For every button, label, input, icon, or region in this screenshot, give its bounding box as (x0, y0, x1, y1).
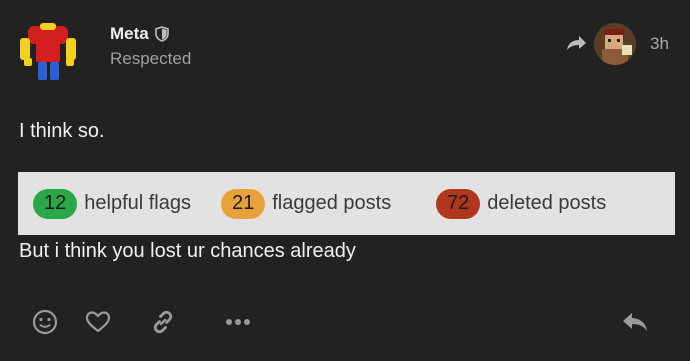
username[interactable]: Meta (110, 24, 149, 44)
user-stats-banner: 12 helpful flags 21 flagged posts 72 del… (18, 172, 675, 235)
like-button[interactable] (83, 307, 113, 337)
react-button[interactable] (30, 307, 60, 337)
stat-label: flagged posts (272, 192, 392, 214)
reply-button[interactable] (620, 307, 650, 337)
stat-label: helpful flags (84, 192, 191, 214)
reply-avatar-image (594, 23, 636, 65)
reply-icon (623, 313, 647, 331)
stat-label: deleted posts (487, 192, 607, 214)
user-avatar[interactable] (16, 22, 80, 86)
shield-icon (154, 26, 169, 42)
stat-flagged-posts: 21 flagged posts (221, 188, 436, 219)
reply-arrow-icon[interactable] (565, 34, 587, 54)
link-icon (153, 310, 173, 334)
heart-icon (85, 311, 111, 333)
reply-to-avatar[interactable] (594, 23, 636, 65)
smile-icon (32, 309, 58, 335)
stat-count-badge: 72 (436, 188, 481, 219)
user-title: Respected (110, 49, 192, 68)
stat-helpful-flags: 12 helpful flags (33, 188, 221, 219)
stat-count-badge: 12 (33, 188, 78, 219)
stat-deleted-posts: 72 deleted posts (436, 188, 607, 219)
share-link-button[interactable] (148, 307, 178, 337)
stat-count-badge: 21 (221, 188, 266, 219)
post-timestamp[interactable]: 3h (650, 34, 669, 54)
username-row: Meta (110, 24, 169, 44)
post-paragraph: I think so. (19, 120, 105, 142)
more-options-button[interactable] (223, 307, 253, 337)
more-dots-icon (226, 319, 250, 325)
post-paragraph: But i think you lost ur chances already (19, 240, 356, 262)
